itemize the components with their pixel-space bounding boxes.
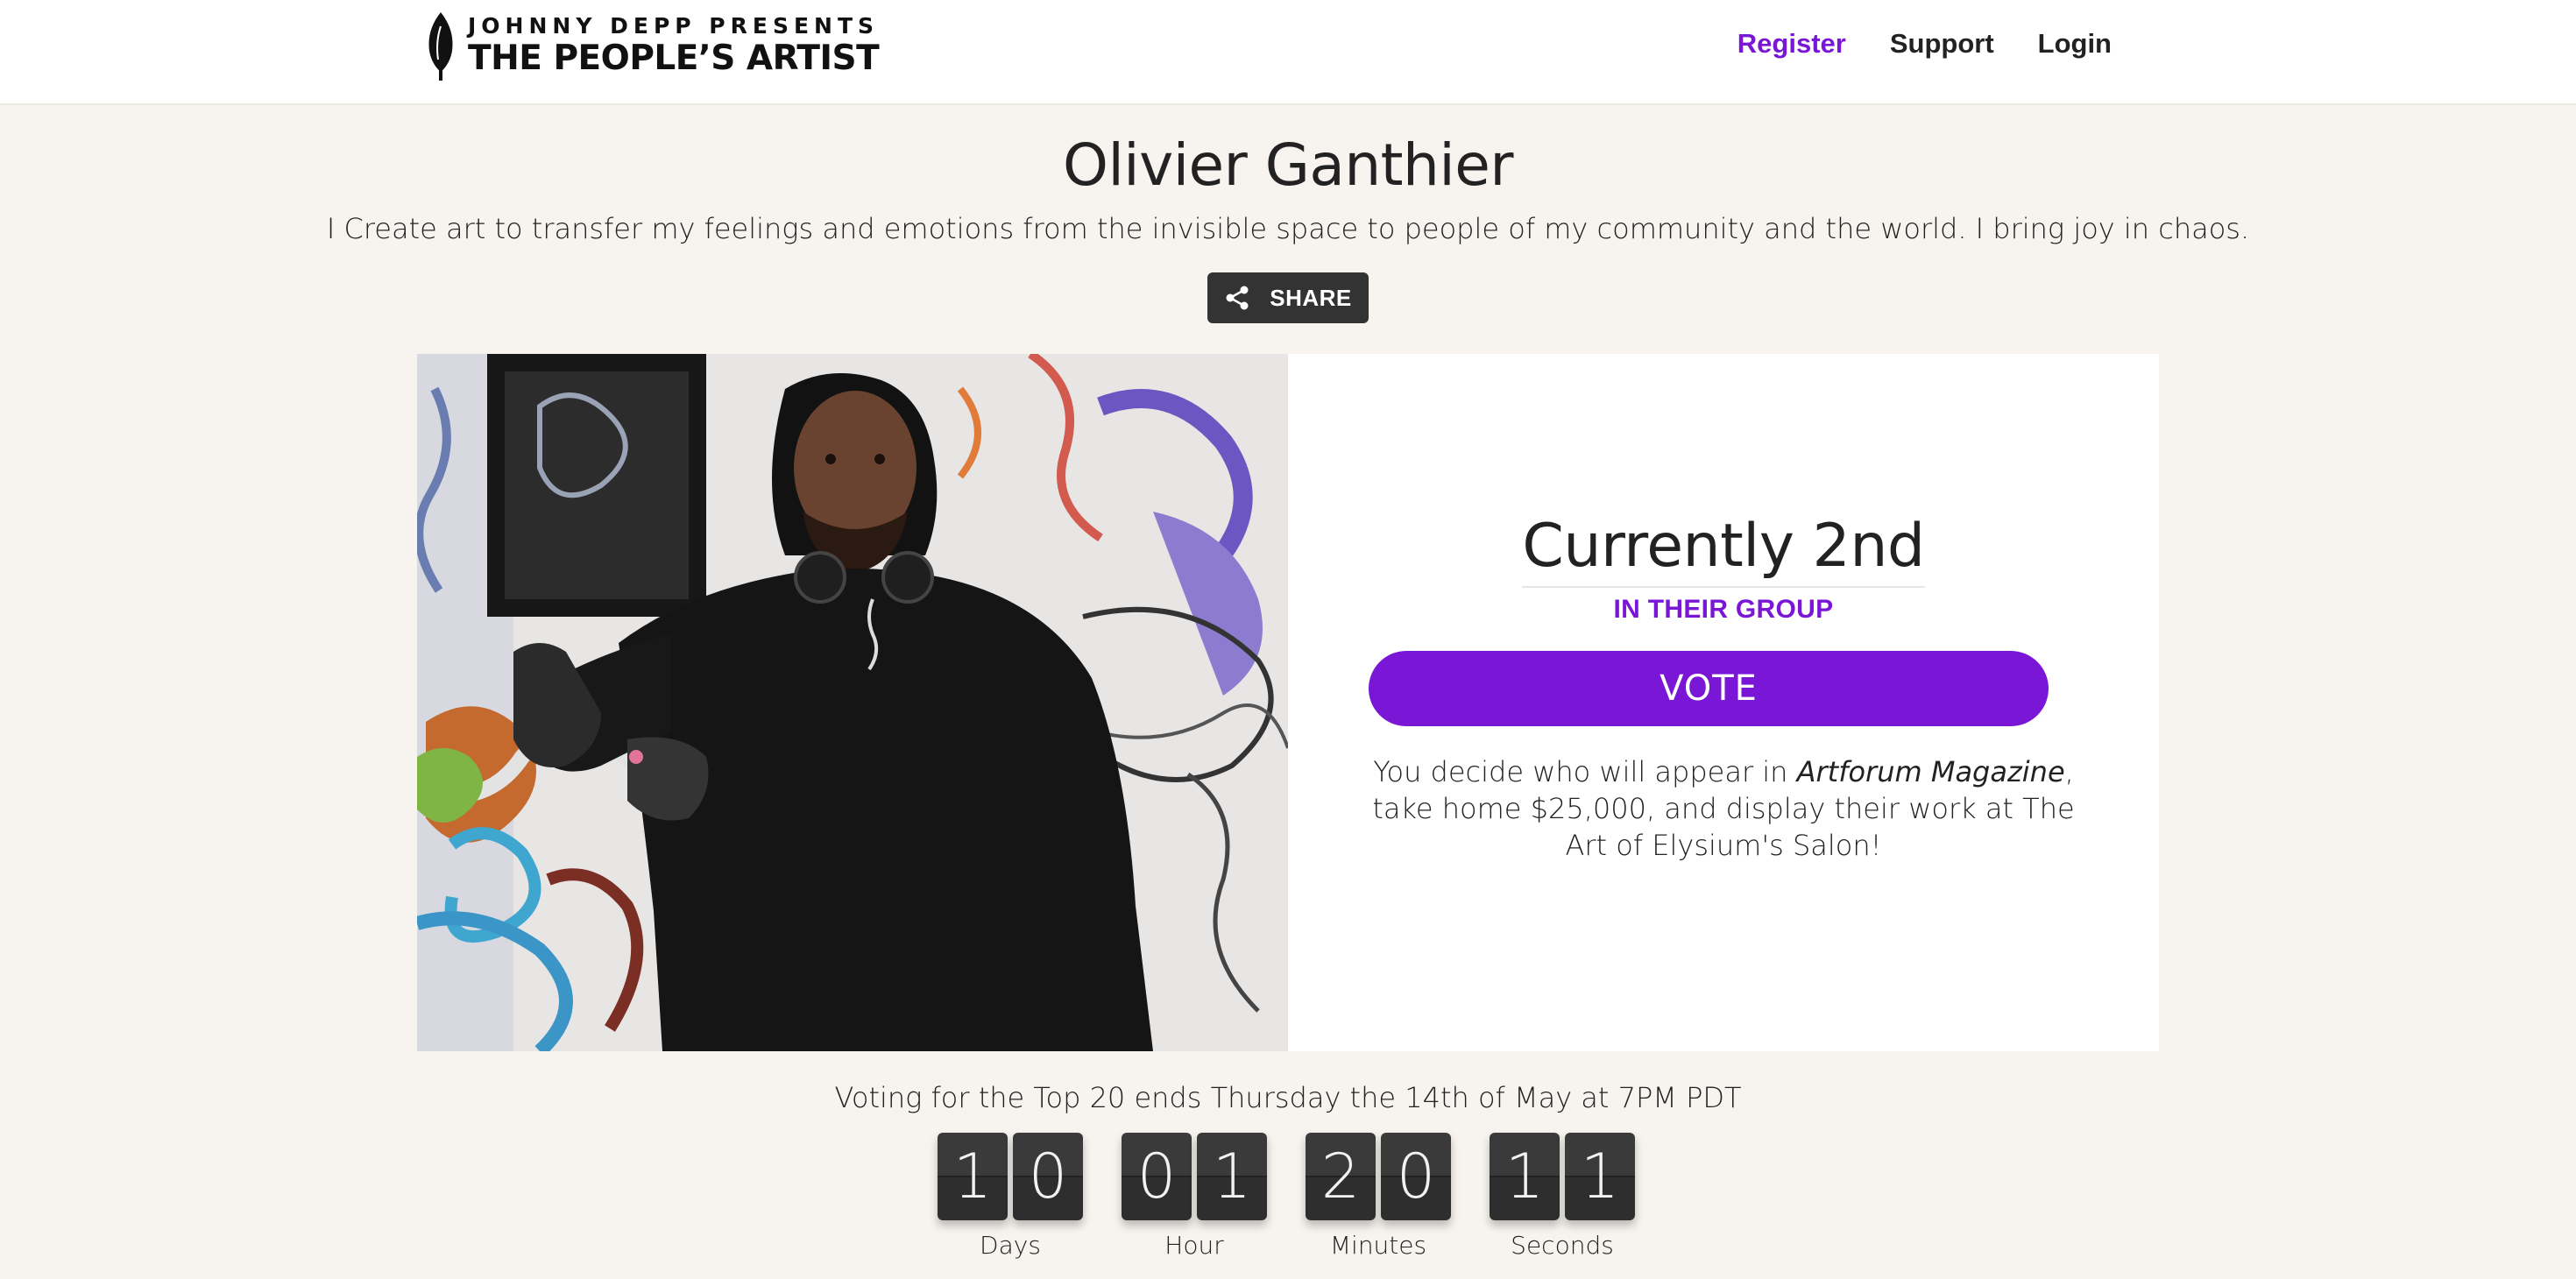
vote-description: You decide who will appear in Artforum M… [1372, 755, 2075, 862]
share-icon [1226, 286, 1249, 310]
minutes-label: Minutes [1329, 1231, 1427, 1260]
minutes-digit-1: 2 [1306, 1133, 1376, 1220]
vote-button[interactable]: VOTE [1369, 651, 2049, 726]
countdown-minutes: 2 0 Minutes [1306, 1133, 1451, 1260]
artist-tagline: I Create art to transfer my feelings and… [326, 212, 2250, 245]
rank-block: Currently 2nd IN THEIR GROUP [1288, 512, 2159, 625]
artist-photo [417, 354, 1288, 1051]
hour-digit-1: 0 [1122, 1133, 1192, 1220]
seconds-digit-1: 1 [1490, 1133, 1560, 1220]
countdown-timer: 1 0 Days 0 1 Hour 2 0 Minutes 1 1 Second… [938, 1133, 1635, 1260]
share-button[interactable]: SHARE [1207, 272, 1369, 323]
main-nav: Register Support Login [1737, 26, 2112, 61]
countdown-seconds: 1 1 Seconds [1490, 1133, 1635, 1260]
seconds-digit-2: 1 [1565, 1133, 1635, 1220]
site-logo[interactable]: JOHNNY DEPP PRESENTS THE PEOPLE’S ARTIST [426, 11, 880, 81]
seconds-label: Seconds [1511, 1231, 1614, 1260]
nav-support-link[interactable]: Support [1890, 26, 1994, 61]
voting-deadline-text: Voting for the Top 20 ends Thursday the … [834, 1081, 1742, 1114]
hour-digit-2: 1 [1197, 1133, 1267, 1220]
nav-login-link[interactable]: Login [2038, 26, 2112, 61]
top-navigation-bar: JOHNNY DEPP PRESENTS THE PEOPLE’S ARTIST… [0, 0, 2576, 105]
days-digit-2: 0 [1013, 1133, 1083, 1220]
countdown-hours: 0 1 Hour [1122, 1133, 1267, 1260]
countdown-days: 1 0 Days [938, 1133, 1083, 1260]
current-rank: Currently 2nd [1522, 512, 1925, 588]
nav-register-link[interactable]: Register [1737, 26, 1846, 61]
artist-portrait-image [417, 354, 1288, 1051]
voting-panel: Currently 2nd IN THEIR GROUP VOTE You de… [1288, 354, 2159, 1051]
artist-name: Olivier Ganthier [1063, 131, 1513, 199]
artist-card: Currently 2nd IN THEIR GROUP VOTE You de… [417, 354, 2159, 1051]
rank-group-label: IN THEIR GROUP [1613, 595, 1834, 624]
hour-label: Hour [1164, 1231, 1224, 1260]
days-label: Days [980, 1231, 1041, 1260]
logo-presenter-text: JOHNNY DEPP PRESENTS [468, 13, 880, 39]
share-label: SHARE [1270, 284, 1352, 311]
logo-title-text: THE PEOPLE’S ARTIST [468, 39, 880, 78]
days-digit-1: 1 [938, 1133, 1008, 1220]
magazine-name: Artforum Magazine [1796, 755, 2065, 788]
minutes-digit-2: 0 [1381, 1133, 1451, 1220]
quill-flame-icon [428, 12, 453, 81]
